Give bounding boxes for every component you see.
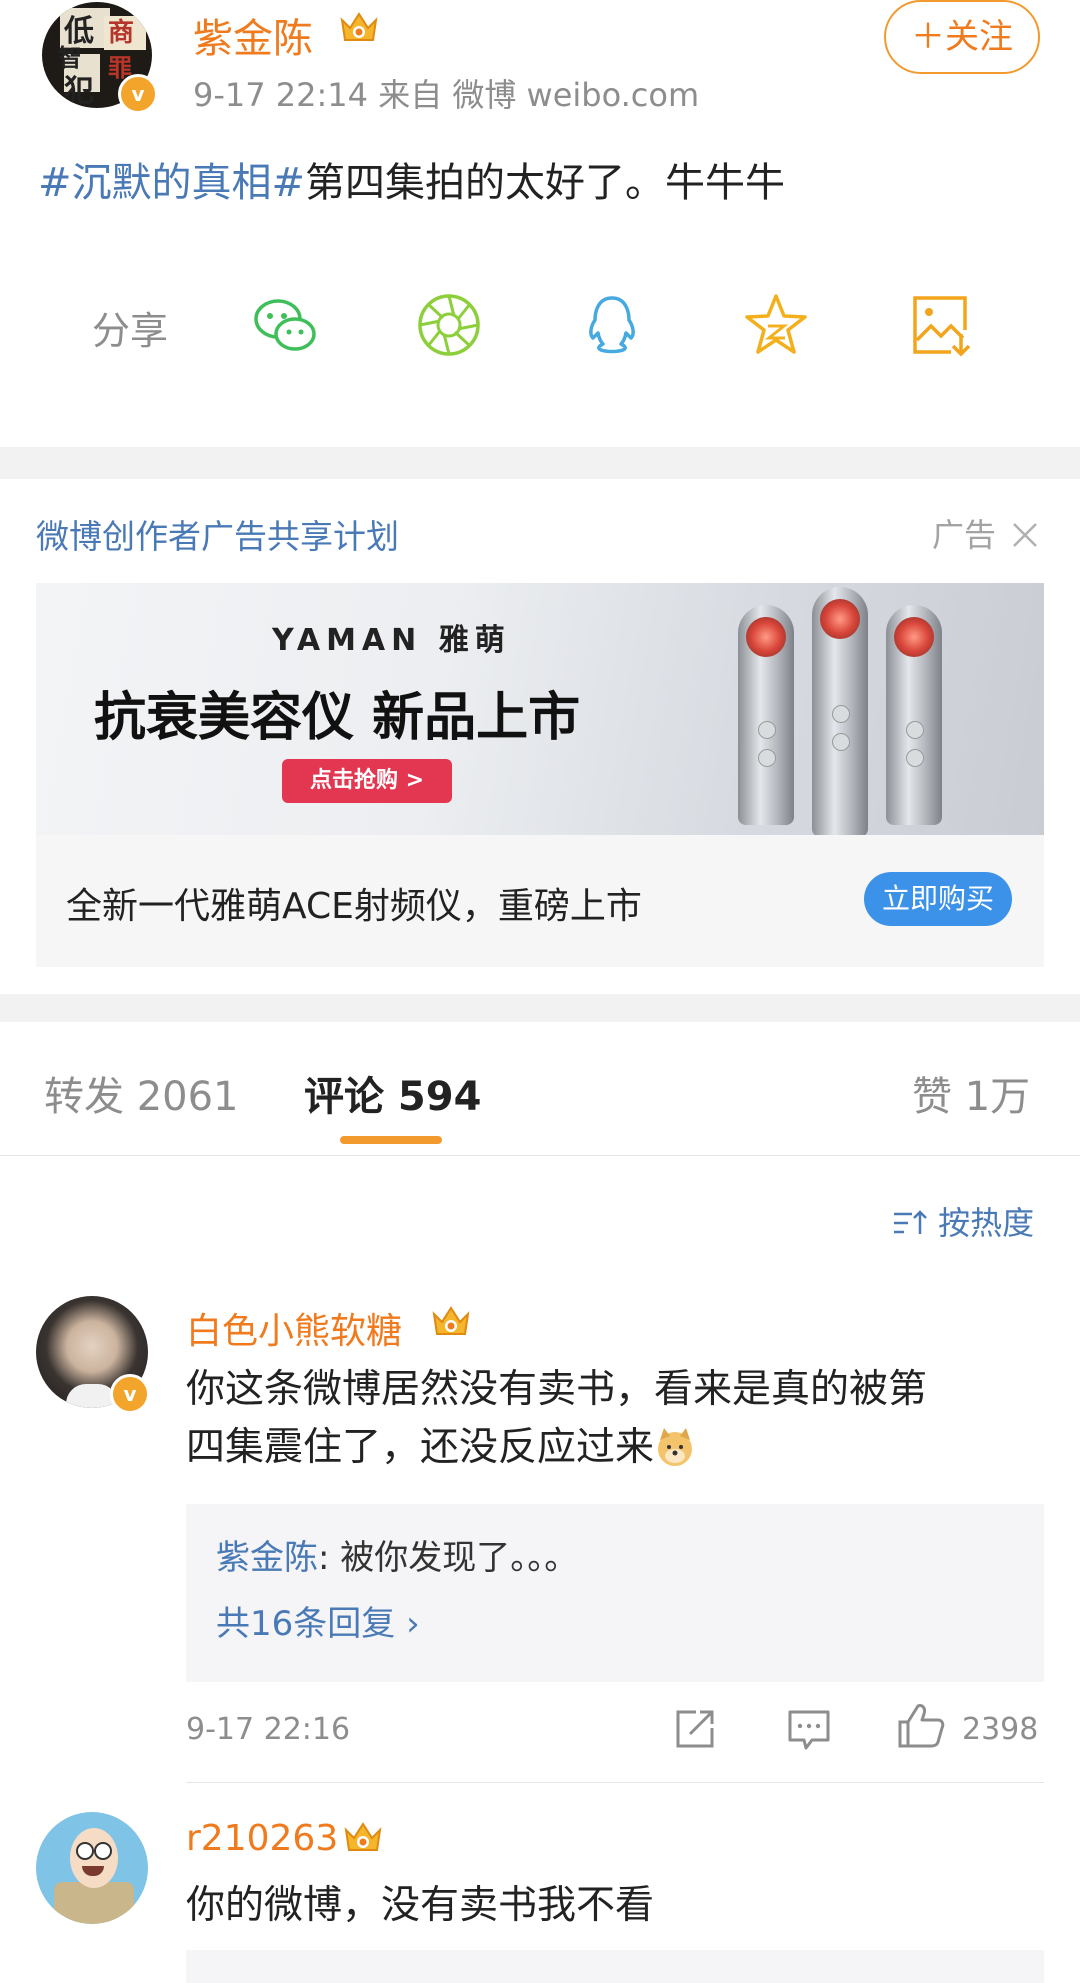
product-image (738, 605, 794, 825)
ad-footer[interactable]: 全新一代雅萌ACE射频仪，重磅上市 立即购买 (36, 835, 1044, 967)
reply-line: 紫金陈: 被你发现了。。。 (216, 1530, 578, 1579)
tab-reposts[interactable]: 转发 2061 (44, 1064, 239, 1122)
qq-icon[interactable] (577, 290, 647, 360)
product-image (812, 587, 868, 835)
ad-banner-button[interactable]: 点击抢购 > (282, 759, 452, 803)
section-divider (0, 447, 1080, 479)
author-name[interactable]: 紫金陈 (193, 6, 313, 64)
divider (0, 1155, 1080, 1156)
save-image-icon[interactable] (905, 290, 975, 360)
repost-icon[interactable] (672, 1706, 718, 1752)
reply-author[interactable]: 紫金陈 (216, 1538, 318, 1578)
share-label: 分享 (92, 309, 169, 353)
post-text: 第四集拍的太好了。牛牛牛 (305, 160, 786, 206)
comment-time: 9-17 22:16 (186, 1712, 351, 1747)
close-icon[interactable] (1010, 520, 1040, 550)
comment-text: 你这条微博居然没有卖书，看来是真的被第 (186, 1367, 928, 1412)
product-image (886, 605, 942, 825)
sort-label: 按热度 (938, 1204, 1035, 1242)
section-divider (0, 994, 1080, 1022)
moments-icon[interactable] (414, 290, 484, 360)
comment-text: 四集震住了，还没反应过来 (186, 1420, 696, 1476)
post-body: #沉默的真相#第四集拍的太好了。牛牛牛 (38, 150, 785, 208)
view-replies-link[interactable]: 共16条回复 › (216, 1596, 420, 1645)
wechat-icon[interactable] (250, 290, 320, 360)
vip-crown-icon (432, 1306, 470, 1335)
verified-badge-icon: v (118, 74, 158, 114)
topic-link[interactable]: #沉默的真相# (38, 160, 305, 206)
doge-emoji-icon (658, 1428, 693, 1466)
vip-crown-icon (344, 1822, 382, 1851)
ad-label[interactable]: 广告 (932, 510, 1040, 556)
buy-now-button[interactable]: 立即购买 (864, 872, 1012, 926)
like-icon[interactable] (896, 1700, 946, 1750)
reply-text: : 被你发现了。。。 (318, 1538, 579, 1578)
comment-icon[interactable] (786, 1706, 832, 1752)
avatar-char: 商 (108, 18, 135, 48)
post-meta: 9-17 22:14 来自 微博 weibo.com (193, 76, 700, 114)
tab-likes[interactable]: 赞 1万 (912, 1064, 1030, 1122)
sort-toggle[interactable]: 按热度 (892, 1198, 1034, 1244)
ad-banner[interactable]: YAMAN 雅萌 抗衰美容仪 新品上市 点击抢购 > (36, 583, 1044, 835)
commenter-avatar[interactable] (36, 1812, 148, 1924)
ad-program-title[interactable]: 微博创作者广告共享计划 (36, 510, 399, 558)
sort-icon (894, 1210, 927, 1234)
ad-tag-text: 广告 (932, 516, 997, 554)
divider (186, 1782, 1044, 1783)
ad-description: 全新一代雅萌ACE射频仪，重磅上市 (66, 886, 642, 927)
comment-text-line: 四集震住了，还没反应过来 (186, 1425, 655, 1470)
commenter-name[interactable]: 白色小熊软糖 (186, 1302, 402, 1354)
reply-preview[interactable] (186, 1950, 1044, 1983)
qzone-icon[interactable] (741, 290, 811, 360)
comment-text: 你的微博，没有卖书我不看 (186, 1883, 655, 1928)
ad-brand: YAMAN 雅萌 (272, 623, 511, 658)
tab-comments[interactable]: 评论 594 (304, 1064, 481, 1122)
vip-crown-icon (340, 12, 378, 41)
active-tab-indicator (340, 1136, 442, 1144)
reply-preview[interactable]: 紫金陈: 被你发现了。。。 共16条回复 › (186, 1504, 1044, 1682)
commenter-name[interactable]: r210263 (186, 1818, 338, 1859)
follow-button[interactable]: ＋关注 (884, 0, 1040, 74)
like-count: 2398 (962, 1712, 1039, 1747)
verified-badge-icon: v (110, 1374, 150, 1414)
ad-headline: 抗衰美容仪 新品上市 (94, 688, 581, 748)
avatar-char: 犯 (64, 74, 94, 108)
